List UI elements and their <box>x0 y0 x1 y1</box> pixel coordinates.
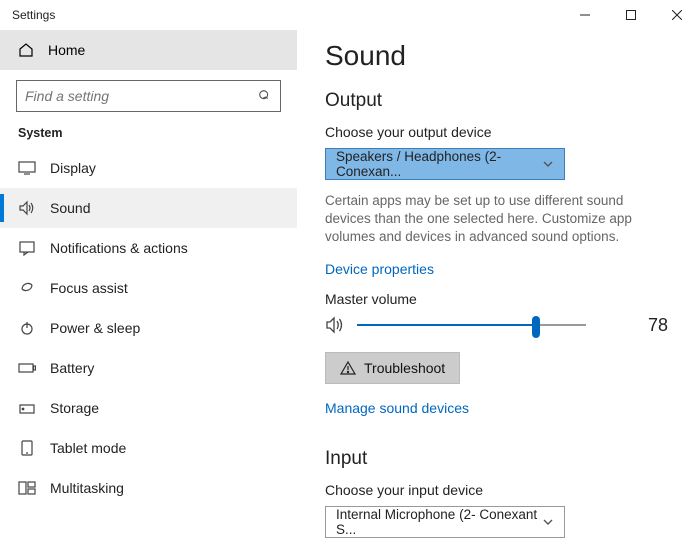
home-label: Home <box>48 42 85 58</box>
search-input[interactable] <box>25 88 250 104</box>
warning-icon <box>340 361 356 375</box>
troubleshoot-button[interactable]: Troubleshoot <box>325 352 460 384</box>
tablet-icon <box>18 440 36 456</box>
notifications-icon <box>18 240 36 256</box>
title-bar: Settings <box>0 0 700 30</box>
sidebar-item-sound[interactable]: Sound <box>0 188 297 228</box>
close-button[interactable] <box>654 0 700 30</box>
volume-slider[interactable] <box>357 315 586 335</box>
sidebar-item-notifications[interactable]: Notifications & actions <box>0 228 297 268</box>
output-heading: Output <box>325 90 668 112</box>
sidebar-item-label: Notifications & actions <box>50 240 188 256</box>
master-volume-label: Master volume <box>325 291 668 307</box>
slider-fill <box>357 324 536 326</box>
power-icon <box>18 320 36 336</box>
multitasking-icon <box>18 481 36 495</box>
sidebar-item-label: Multitasking <box>50 480 124 496</box>
sidebar-item-display[interactable]: Display <box>0 148 297 188</box>
home-button[interactable]: Home <box>0 30 297 70</box>
sidebar: Home System Display Sound <box>0 30 297 542</box>
volume-value: 78 <box>648 315 668 336</box>
search-box[interactable] <box>16 80 281 112</box>
input-device-label: Choose your input device <box>325 482 668 498</box>
sidebar-item-label: Display <box>50 160 96 176</box>
focus-assist-icon <box>18 280 36 296</box>
sidebar-item-label: Focus assist <box>50 280 128 296</box>
display-icon <box>18 161 36 175</box>
sound-icon <box>18 200 36 216</box>
output-device-select[interactable]: Speakers / Headphones (2- Conexan... <box>325 148 565 180</box>
output-device-label: Choose your output device <box>325 124 668 140</box>
sidebar-item-label: Storage <box>50 400 99 416</box>
chevron-down-icon <box>542 158 554 170</box>
output-help-text: Certain apps may be set up to use differ… <box>325 192 668 247</box>
storage-icon <box>18 401 36 415</box>
input-device-select[interactable]: Internal Microphone (2- Conexant S... <box>325 506 565 538</box>
maximize-button[interactable] <box>608 0 654 30</box>
sidebar-item-tablet-mode[interactable]: Tablet mode <box>0 428 297 468</box>
speaker-icon[interactable] <box>325 316 345 334</box>
input-device-value: Internal Microphone (2- Conexant S... <box>336 507 542 537</box>
minimize-button[interactable] <box>562 0 608 30</box>
content-pane: Sound Output Choose your output device S… <box>297 30 700 542</box>
sidebar-item-power-sleep[interactable]: Power & sleep <box>0 308 297 348</box>
sidebar-item-focus-assist[interactable]: Focus assist <box>0 268 297 308</box>
output-device-value: Speakers / Headphones (2- Conexan... <box>336 149 542 179</box>
input-heading: Input <box>325 448 668 470</box>
sidebar-item-label: Power & sleep <box>50 320 140 336</box>
sidebar-item-label: Battery <box>50 360 94 376</box>
section-heading: System <box>0 126 297 148</box>
sidebar-item-battery[interactable]: Battery <box>0 348 297 388</box>
chevron-down-icon <box>542 516 554 528</box>
sidebar-item-label: Tablet mode <box>50 440 126 456</box>
sidebar-item-storage[interactable]: Storage <box>0 388 297 428</box>
page-title: Sound <box>325 40 668 72</box>
manage-sound-devices-link[interactable]: Manage sound devices <box>325 400 469 416</box>
search-icon <box>258 89 272 103</box>
troubleshoot-label: Troubleshoot <box>364 360 445 376</box>
slider-thumb[interactable] <box>532 316 540 338</box>
sidebar-item-label: Sound <box>50 200 90 216</box>
device-properties-link[interactable]: Device properties <box>325 261 434 277</box>
home-icon <box>18 42 34 58</box>
app-title: Settings <box>12 8 55 22</box>
sidebar-item-multitasking[interactable]: Multitasking <box>0 468 297 508</box>
battery-icon <box>18 362 36 374</box>
